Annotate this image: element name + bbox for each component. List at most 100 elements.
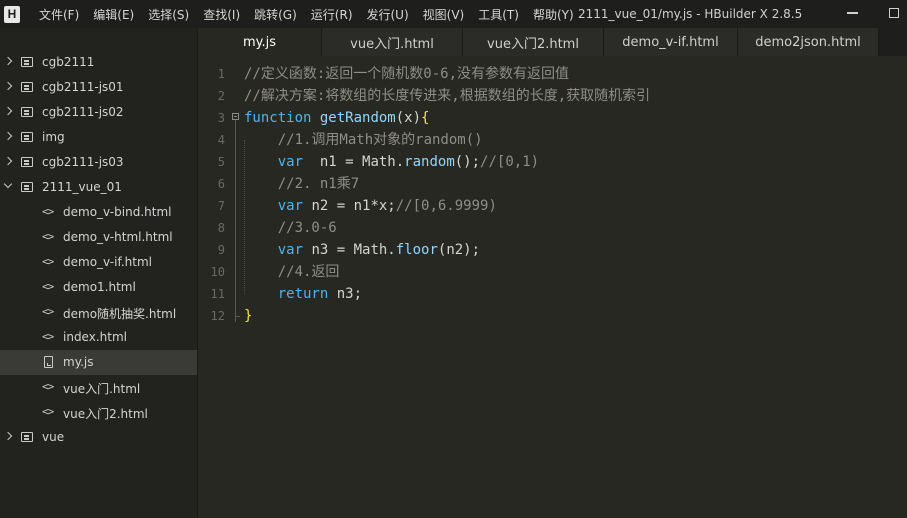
html-file-icon: <> bbox=[42, 255, 54, 268]
tree-item-label: cgb2111-js01 bbox=[42, 80, 124, 94]
code-text: //1.调用Math对象的random() bbox=[244, 129, 483, 151]
folder-icon bbox=[21, 182, 33, 192]
code-line[interactable]: 6 //2. n1乘7 bbox=[198, 173, 907, 195]
menu-help[interactable]: 帮助(Y) bbox=[526, 0, 581, 28]
code-text: function getRandom(x){ bbox=[244, 107, 429, 129]
menu-find[interactable]: 查找(I) bbox=[196, 0, 247, 28]
tab-demo2json-html[interactable]: demo2json.html bbox=[738, 28, 879, 56]
folder-icon bbox=[21, 432, 33, 442]
chevron-right-icon[interactable] bbox=[3, 81, 13, 91]
tab-vue-intro2-html[interactable]: vue入门2.html bbox=[463, 28, 604, 56]
chevron-right-icon[interactable] bbox=[3, 56, 13, 66]
code-line[interactable]: 9 var n3 = Math.floor(n2); bbox=[198, 239, 907, 261]
tab-demo-v-if-html[interactable]: demo_v-if.html bbox=[604, 28, 738, 56]
tree-item-label: img bbox=[42, 130, 65, 144]
tree-item-label: 2111_vue_01 bbox=[42, 180, 122, 194]
tree-folder[interactable]: cgb2111-js02 bbox=[0, 100, 197, 125]
menu-publish[interactable]: 发行(U) bbox=[360, 0, 416, 28]
code-text: var n1 = Math.random();//[0,1) bbox=[244, 151, 539, 173]
code-line[interactable]: 1 //定义函数:返回一个随机数0-6,没有参数有返回值 bbox=[198, 63, 907, 85]
maximize-icon[interactable] bbox=[889, 8, 899, 18]
minimize-icon[interactable] bbox=[847, 12, 858, 14]
line-number: 10 bbox=[210, 265, 225, 279]
tree-item-label: cgb2111 bbox=[42, 55, 95, 69]
chevron-right-icon[interactable] bbox=[3, 131, 13, 141]
tree-folder[interactable]: cgb2111-js03 bbox=[0, 150, 197, 175]
code-line[interactable]: 7 var n2 = n1*x;//[0,6.9999) bbox=[198, 195, 907, 217]
project-tree: cgb2111 cgb2111-js01 cgb2111-js02 img cgb211… bbox=[0, 50, 197, 450]
code-token-comment: //[0,6.9999) bbox=[395, 198, 497, 214]
code-token-plain: n3; bbox=[328, 286, 363, 302]
menu-file[interactable]: 文件(F) bbox=[30, 0, 86, 28]
code-token-keyword: var bbox=[277, 242, 304, 258]
fold-collapse-icon[interactable] bbox=[232, 113, 239, 120]
folder-icon bbox=[21, 157, 33, 167]
code-token-comment: //4.返回 bbox=[277, 264, 340, 280]
code-text: //2. n1乘7 bbox=[244, 173, 359, 195]
chevron-right-icon[interactable] bbox=[3, 106, 13, 116]
tree-folder[interactable]: img bbox=[0, 125, 197, 150]
tree-file[interactable]: <> demo_v-bind.html bbox=[0, 200, 197, 225]
menu-goto[interactable]: 跳转(G) bbox=[247, 0, 304, 28]
html-file-icon: <> bbox=[42, 405, 54, 418]
menu-select[interactable]: 选择(S) bbox=[141, 0, 196, 28]
code-token-comment: //解决方案:将数组的长度传进来,根据数组的长度,获取随机索引 bbox=[244, 88, 651, 104]
tree-folder[interactable]: cgb2111-js01 bbox=[0, 75, 197, 100]
code-line[interactable]: 11 return n3; bbox=[198, 283, 907, 305]
tree-file[interactable]: <> index.html bbox=[0, 325, 197, 350]
tree-item-label: demo_v-if.html bbox=[63, 255, 152, 269]
code-editor[interactable]: 1 //定义函数:返回一个随机数0-6,没有参数有返回值 2 //解决方案:将数组的长… bbox=[198, 56, 907, 518]
tab-my-js[interactable]: my.js bbox=[198, 28, 322, 56]
tree-file[interactable]: my.js bbox=[0, 350, 197, 375]
code-line[interactable]: 12} bbox=[198, 305, 907, 327]
tree-item-label: vue入门.html bbox=[63, 382, 141, 396]
code-line[interactable]: 3 function getRandom(x){ bbox=[198, 107, 907, 322]
tree-folder[interactable]: cgb2111 bbox=[0, 50, 197, 75]
code-token-keyword: return bbox=[277, 286, 329, 302]
code-line[interactable]: 8 //3.0-6 bbox=[198, 217, 907, 239]
tree-folder[interactable]: 2111_vue_01 bbox=[0, 175, 197, 200]
tree-file[interactable]: <> demo_v-html.html bbox=[0, 225, 197, 250]
tab-vue-intro-html[interactable]: vue入门.html bbox=[322, 28, 463, 56]
tree-file[interactable]: <> demo_v-if.html bbox=[0, 250, 197, 275]
tree-file[interactable]: <> vue入门.html bbox=[0, 375, 197, 400]
tree-item-label: cgb2111-js03 bbox=[42, 155, 124, 169]
code-line[interactable]: 4 //1.调用Math对象的random() bbox=[198, 129, 907, 151]
code-token-plain: n3 = Math. bbox=[303, 242, 396, 258]
tree-file[interactable]: <> demo1.html bbox=[0, 275, 197, 300]
menu-run[interactable]: 运行(R) bbox=[304, 0, 360, 28]
line-number: 1 bbox=[217, 67, 225, 81]
chevron-down-icon[interactable] bbox=[3, 179, 13, 189]
code-token-plain: n1 = Math. bbox=[303, 154, 405, 170]
code-line[interactable]: 10 //4.返回 bbox=[198, 261, 907, 283]
code-token-comment: //1.调用Math对象的random() bbox=[277, 132, 483, 148]
code-text: //定义函数:返回一个随机数0-6,没有参数有返回值 bbox=[244, 63, 569, 85]
code-token-comment: //3.0-6 bbox=[277, 220, 337, 236]
folder-icon bbox=[21, 57, 33, 67]
title-bar: H 文件(F) 编辑(E) 选择(S) 查找(I) 跳转(G) 运行(R) 发行… bbox=[0, 0, 907, 28]
code-token-keyword: var bbox=[277, 154, 304, 170]
menu-view[interactable]: 视图(V) bbox=[416, 0, 472, 28]
chevron-right-icon[interactable] bbox=[3, 431, 13, 441]
line-number: 3 bbox=[217, 111, 225, 125]
code-token-plain: (x) bbox=[395, 110, 422, 126]
menu-tools[interactable]: 工具(T) bbox=[471, 0, 526, 28]
code-token-comment: //[0,1) bbox=[480, 154, 540, 170]
js-file-icon bbox=[44, 356, 53, 368]
code-token-keyword: function bbox=[244, 110, 312, 126]
code-line[interactable]: 2 //解决方案:将数组的长度传进来,根据数组的长度,获取随机索引 bbox=[198, 85, 907, 107]
tree-file[interactable]: <> demo随机抽奖.html bbox=[0, 300, 197, 325]
code-token-keyword: var bbox=[277, 198, 304, 214]
tree-file[interactable]: <> vue入门2.html bbox=[0, 400, 197, 425]
menu-edit[interactable]: 编辑(E) bbox=[86, 0, 141, 28]
fold-end-mark bbox=[235, 316, 240, 317]
code-line[interactable]: 5 var n1 = Math.random();//[0,1) bbox=[198, 151, 907, 173]
chevron-right-icon[interactable] bbox=[3, 156, 13, 166]
tree-folder[interactable]: vue bbox=[0, 425, 197, 450]
tree-item-label: demo1.html bbox=[63, 280, 136, 294]
code-text: } bbox=[244, 305, 252, 327]
tree-item-label: index.html bbox=[63, 330, 127, 344]
code-token-plain: n2 = n1*x; bbox=[303, 198, 396, 214]
